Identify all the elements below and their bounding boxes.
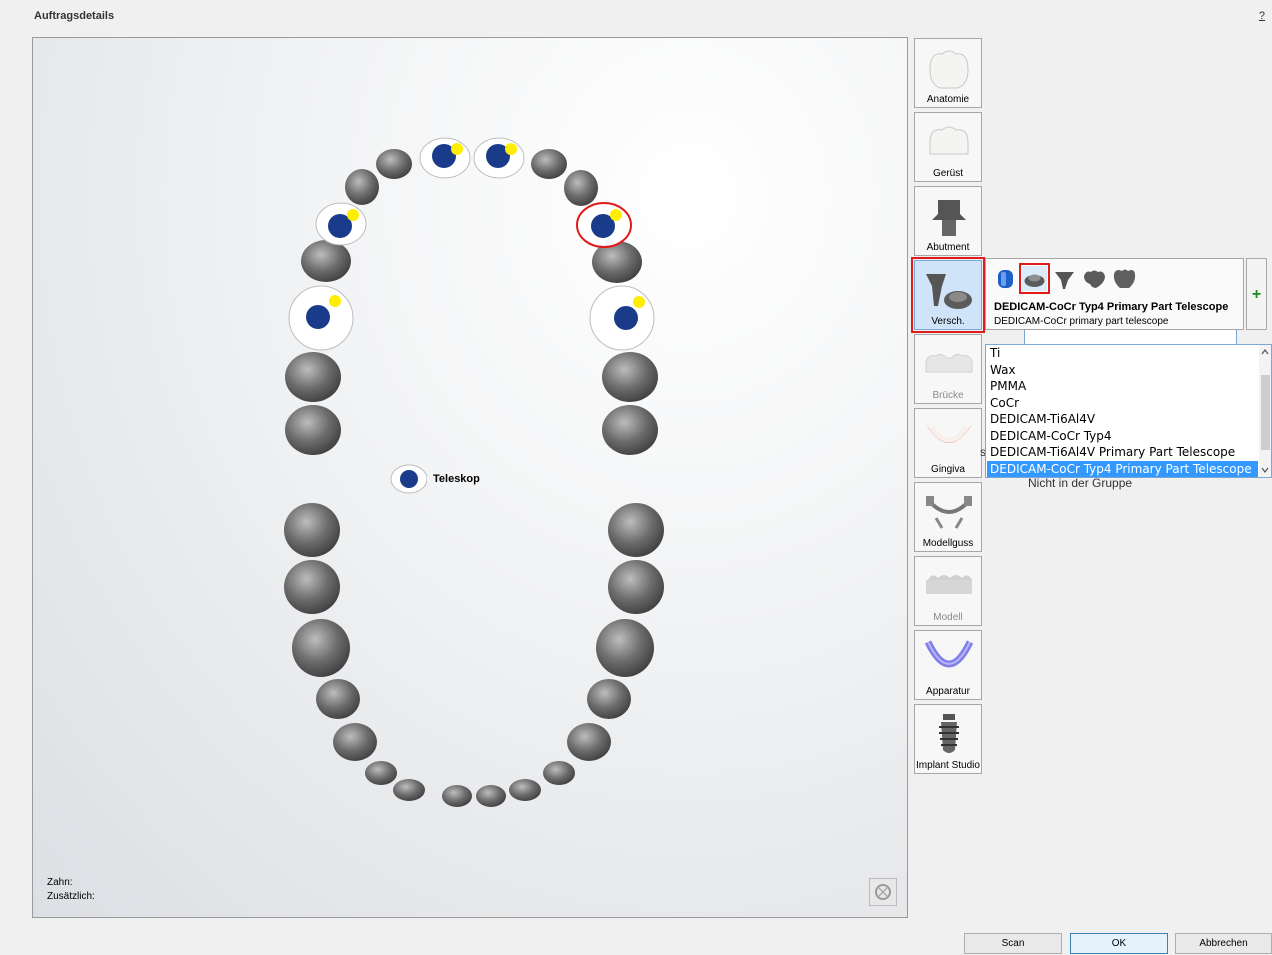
window-title: Auftragsdetails [34, 10, 115, 22]
model-icon [926, 575, 972, 594]
tooth-upper[interactable] [376, 149, 412, 179]
tooth-lower[interactable] [509, 779, 541, 801]
ok-button[interactable]: OK [1070, 933, 1168, 954]
tooth-lower[interactable] [442, 785, 472, 807]
toolbar-label: Modellguss [922, 538, 974, 549]
scroll-down-icon[interactable] [1259, 465, 1271, 475]
tooth-upper[interactable] [602, 352, 658, 402]
toolbar-label: Abutment [926, 242, 970, 253]
tooth-telescope-selected[interactable] [576, 202, 632, 248]
toolbar-anatomie-button[interactable]: Anatomie [914, 38, 982, 108]
tooth-lower[interactable] [608, 503, 664, 557]
title-bar: Auftragsdetails ? [0, 0, 1272, 30]
material-title: DEDICAM-CoCr Typ4 Primary Part Telescope [994, 301, 1229, 313]
toolbar-bruecke-button[interactable]: Brücke [914, 334, 982, 404]
dropdown-option-selected[interactable]: DEDICAM-CoCr Typ4 Primary Part Telescope [987, 460, 1258, 477]
tooth-lower[interactable] [393, 779, 425, 801]
attachment-icon [926, 274, 972, 309]
toolbar-apparatur-button[interactable]: Apparatur [914, 630, 982, 700]
tooth-lower[interactable] [316, 679, 360, 719]
tooth-lower[interactable] [543, 761, 575, 785]
dropdown-scrollbar[interactable] [1259, 345, 1271, 477]
tooth-telescope[interactable] [473, 137, 525, 179]
toolbar-implant-studio-button[interactable]: Implant Studio [914, 704, 982, 774]
dropdown-option[interactable]: DEDICAM-Ti6Al4V Primary Part Telescope [987, 444, 1258, 461]
tooth-upper[interactable] [602, 405, 658, 455]
toolbar-label: Versch. [931, 316, 965, 327]
view-toggle-button[interactable] [869, 878, 897, 906]
dropdown-option[interactable]: DEDICAM-CoCr Typ4 [987, 428, 1258, 445]
tooth-lower[interactable] [476, 785, 506, 807]
toolbar-gingiva-button[interactable]: Gingiva [914, 408, 982, 478]
tooth-upper[interactable] [301, 240, 351, 282]
anatomy-crown-icon [929, 50, 969, 89]
gingiva-icon [926, 424, 972, 443]
partial-framework-icon [926, 496, 972, 529]
add-button[interactable]: + [1246, 258, 1267, 330]
tooth-upper[interactable] [285, 405, 341, 455]
toolbar-modell-button[interactable]: Modell [914, 556, 982, 626]
tooth-telescope[interactable] [288, 285, 354, 351]
view-icon [875, 884, 891, 900]
tooth-upper[interactable] [531, 149, 567, 179]
tooth-lower[interactable] [608, 560, 664, 614]
dropdown-option[interactable]: DEDICAM-Ti6Al4V [987, 411, 1258, 428]
toolbar-abutment-button[interactable]: Abutment [914, 186, 982, 256]
dropdown-option[interactable]: Wax [987, 362, 1258, 379]
tooth-lower[interactable] [292, 619, 350, 677]
telescope-icon[interactable] [1019, 263, 1050, 294]
tooth-upper[interactable] [345, 169, 379, 205]
tooth-lower[interactable] [365, 761, 397, 785]
tooth-telescope[interactable] [589, 285, 655, 351]
group-combobox-text: Nicht in der Gruppe [1028, 476, 1133, 490]
post-icon[interactable] [1052, 266, 1077, 291]
tooth-lower[interactable] [284, 503, 340, 557]
dropdown-option[interactable]: CoCr [987, 395, 1258, 412]
toolbar-label: Apparatur [926, 686, 970, 697]
tooth-lower[interactable] [284, 560, 340, 614]
help-link[interactable]: ? [1259, 10, 1265, 22]
toolbar-label: Anatomie [926, 94, 970, 105]
legend: Teleskop [389, 464, 480, 494]
appliance-icon [924, 640, 974, 668]
tooth-lower[interactable] [567, 723, 611, 761]
legend-label: Teleskop [433, 473, 480, 485]
tooth-upper[interactable] [564, 170, 598, 206]
material-combobox[interactable] [1024, 330, 1237, 345]
material-panel: DEDICAM-CoCr Typ4 Primary Part Telescope… [985, 258, 1244, 330]
crown-icon[interactable] [1112, 266, 1137, 291]
framework-icon [929, 126, 969, 155]
material-dropdown-list[interactable]: Ti Wax PMMA CoCr DEDICAM-Ti6Al4V DEDICAM… [985, 344, 1272, 478]
bridge-icon [925, 353, 973, 373]
implant-icon [939, 714, 959, 753]
tooth-telescope[interactable] [315, 202, 367, 246]
toolbar-label: Gingiva [931, 464, 965, 475]
tooth-telescope[interactable] [419, 137, 471, 179]
toolbar-label: Gerüst [932, 168, 963, 179]
dropdown-option[interactable]: Ti [987, 345, 1258, 362]
tooth-lower[interactable] [587, 679, 631, 719]
toolbar-versch-button[interactable]: Versch. [911, 257, 985, 333]
cancel-button[interactable]: Abbrechen [1175, 933, 1272, 954]
scroll-up-icon[interactable] [1259, 347, 1271, 357]
tooth-lower[interactable] [333, 723, 377, 761]
coping-icon[interactable] [993, 266, 1018, 291]
scrollbar-thumb[interactable] [1261, 375, 1270, 450]
toolbar-modellguss-button[interactable]: Modellguss [914, 482, 982, 552]
scan-button[interactable]: Scan [964, 933, 1062, 954]
dropdown-option[interactable]: PMMA [987, 378, 1258, 395]
tooth-info-label: Zahn: [47, 877, 73, 888]
toolbar-label: Brücke [932, 390, 964, 401]
tooth-chart-canvas[interactable]: Teleskop Zahn: Zusätzlich: [32, 37, 908, 918]
extra-info-label: Zusätzlich: [47, 891, 95, 902]
tooth-upper[interactable] [285, 352, 341, 402]
material-subtitle: DEDICAM-CoCr primary part telescope [994, 316, 1169, 327]
toolbar-label: Modell [933, 612, 963, 623]
pontic-icon[interactable] [1082, 266, 1107, 291]
abutment-icon [932, 200, 966, 236]
telescope-legend-icon [390, 464, 427, 494]
toolbar-geruest-button[interactable]: Gerüst [914, 112, 982, 182]
toolbar-label: Implant Studio [916, 760, 980, 771]
tooth-lower[interactable] [596, 619, 654, 677]
